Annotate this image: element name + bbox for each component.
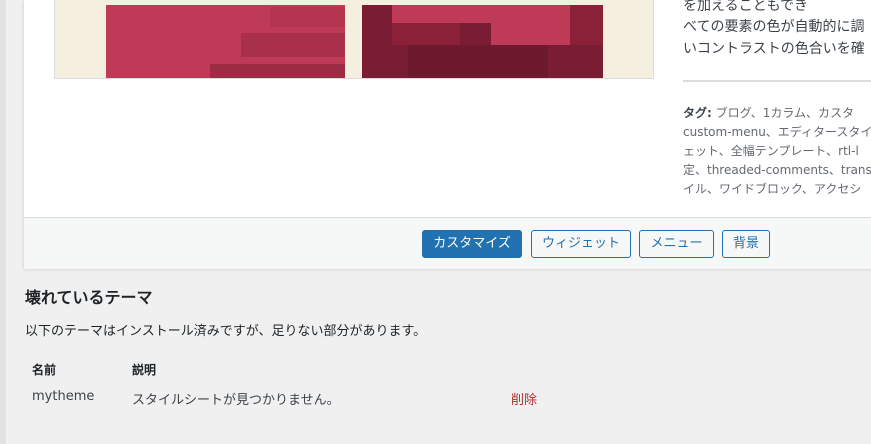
background-button[interactable]: 背景 [722,230,770,258]
admin-edge [0,0,6,444]
tags-line: ェット、全幅テンプレート、rtl-l [683,144,859,158]
tags-line: 定、threaded-comments、transl [683,163,871,177]
tags-line: タグ: ブログ、1カラム、カスタ [683,104,871,123]
screenshot-block [408,45,548,78]
screenshot-block [270,7,345,27]
customize-button[interactable]: カスタマイズ [422,230,522,258]
screenshot-block [241,33,345,57]
widgets-button[interactable]: ウィジェット [531,230,631,258]
theme-screenshot [54,0,654,79]
screenshot-block [570,5,603,45]
delete-link[interactable]: 削除 [511,389,537,408]
column-header-description: 説明 [132,363,157,377]
theme-actions-bar: カスタマイズ ウィジェット メニュー 背景 [24,217,871,269]
section-divider [683,80,871,82]
tags-text: ブログ、1カラム、カスタ [711,106,855,120]
broken-theme-name: mytheme [32,389,95,404]
theme-tags: タグ: ブログ、1カラム、カスタ custom-menu、エディタースタイ ェッ… [683,104,871,199]
tags-label: タグ: [683,106,712,120]
description-line: いコントラストの色合いを確 [683,41,865,57]
description-line: べての要素の色が自動的に調 [683,19,865,35]
screenshot-block [210,64,345,78]
theme-description: を加えることもでき べての要素の色が自動的に調 いコントラストの色合いを確 [683,0,871,59]
broken-themes-heading: 壊れているテーマ [25,288,153,307]
tags-line: custom-menu、エディタースタイ [683,125,871,139]
menus-button[interactable]: メニュー [639,230,714,258]
tags-line: イル、ワイドブロック、アクセシ [683,182,862,196]
description-line: を加えることもでき [683,0,809,14]
screenshot-block [491,5,570,45]
broken-theme-description: スタイルシートが見つかりません。 [132,393,340,408]
screenshot-block [392,23,460,45]
broken-themes-description: 以下のテーマはインストール済みですが、足りない部分があります。 [25,324,427,339]
column-header-name: 名前 [32,363,57,377]
screenshot-block [392,5,496,23]
